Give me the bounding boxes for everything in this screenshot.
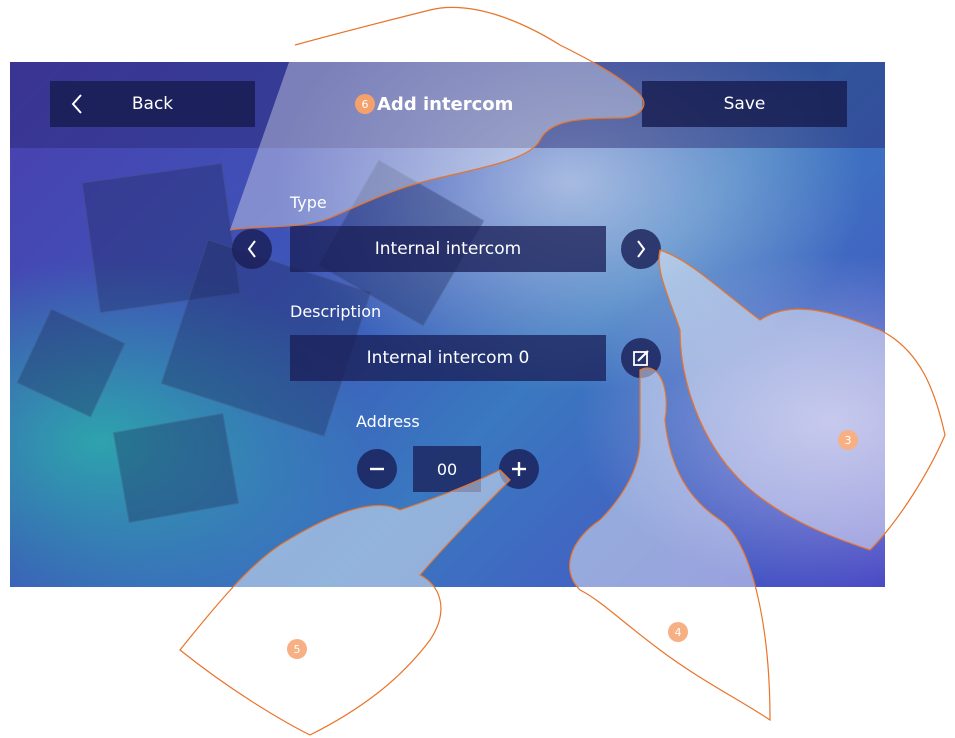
- step-badge: 6: [355, 94, 375, 114]
- chevron-right-icon: [637, 240, 646, 258]
- callout-3: 3: [838, 430, 858, 450]
- address-decrement-button[interactable]: [357, 449, 397, 489]
- background-cube: [112, 412, 240, 524]
- address-increment-button[interactable]: [499, 449, 539, 489]
- description-field[interactable]: Internal intercom 0: [290, 335, 606, 381]
- page-title-group: 6 Add intercom: [355, 91, 513, 117]
- chevron-left-icon: [71, 94, 82, 114]
- minus-icon: [370, 467, 384, 471]
- callout-5: 5: [287, 639, 307, 659]
- address-label: Address: [356, 412, 420, 431]
- save-button[interactable]: Save: [642, 81, 847, 127]
- intercom-screen: Back 6 Add intercom Save Type Internal i…: [10, 62, 885, 587]
- edit-description-button[interactable]: [621, 338, 661, 378]
- description-label: Description: [290, 302, 382, 321]
- back-button-label: Back: [131, 94, 174, 114]
- type-label: Type: [290, 193, 327, 212]
- edit-icon: [633, 350, 649, 366]
- save-button-label: Save: [723, 94, 766, 114]
- background-cube: [16, 308, 126, 418]
- type-value: Internal intercom: [290, 226, 606, 272]
- page-title: Add intercom: [377, 93, 514, 115]
- type-previous-button[interactable]: [232, 229, 272, 269]
- back-button[interactable]: Back: [50, 81, 255, 127]
- chevron-left-icon: [247, 240, 256, 258]
- callout-4: 4: [668, 622, 688, 642]
- address-value: 00: [413, 446, 481, 492]
- plus-icon: [512, 462, 526, 476]
- type-next-button[interactable]: [621, 229, 661, 269]
